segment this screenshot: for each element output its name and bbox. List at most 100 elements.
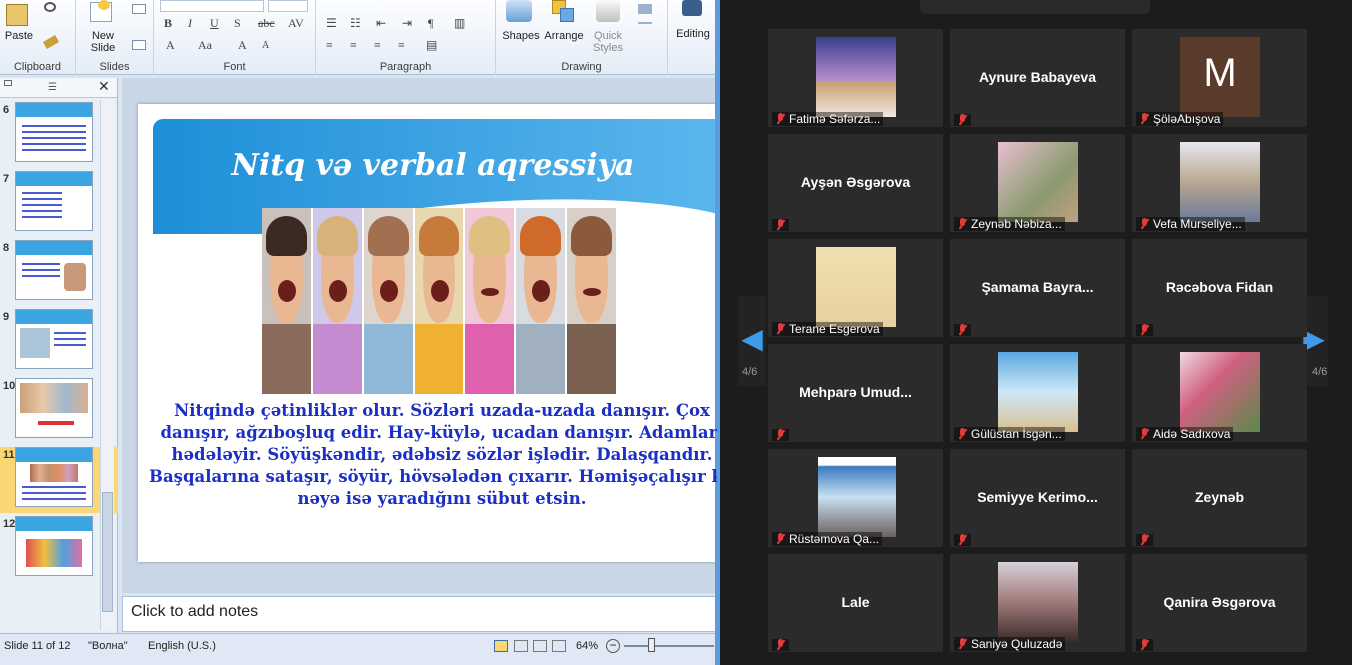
participant-tile[interactable]: Zeynəb Nəbiza... xyxy=(950,134,1125,232)
participant-tile[interactable]: Fatimə Səfərza... xyxy=(768,29,943,127)
current-slide[interactable]: Nitq və verbal aqressiya Nitqində çətinl… xyxy=(138,104,717,562)
shapes-button[interactable]: Shapes xyxy=(498,30,544,42)
underline-icon[interactable]: U xyxy=(210,16,219,31)
slide-sorter-icon[interactable] xyxy=(514,640,528,652)
participant-tile[interactable]: Aynure Babayeva xyxy=(950,29,1125,127)
participant-tile[interactable]: Ayşən Əsgərova xyxy=(768,134,943,232)
decrease-indent-icon[interactable]: ⇤ xyxy=(376,16,386,31)
paragraph-group-label: Paragraph xyxy=(379,61,432,73)
slide-thumbnails-pane: ☰ ✕ 6 7 8 9 10 11 12 xyxy=(0,78,118,633)
section-icon[interactable] xyxy=(132,40,146,50)
muted-mic-icon xyxy=(1139,534,1150,546)
normal-view-icon[interactable] xyxy=(494,640,508,652)
participant-video xyxy=(816,37,896,117)
align-left-icon[interactable]: ≡ xyxy=(326,38,333,53)
participant-label xyxy=(1136,534,1153,546)
muted-mic-icon xyxy=(775,639,786,651)
scroll-thumb[interactable] xyxy=(102,492,113,612)
align-text-icon[interactable]: ▤ xyxy=(426,38,437,53)
editing-button[interactable]: Editing xyxy=(670,28,716,40)
participant-label-text: Saniyə Quluzadə xyxy=(971,637,1063,651)
participant-tile[interactable]: Terane Esgerova xyxy=(768,239,943,337)
bold-icon[interactable]: B xyxy=(164,16,172,31)
thumbnail-number: 6 xyxy=(3,104,10,116)
shape-outline-icon[interactable] xyxy=(638,22,652,24)
zoom-slider-thumb[interactable] xyxy=(648,638,655,652)
strikethrough-icon[interactable]: abc xyxy=(258,16,275,31)
change-case-icon[interactable]: Aa xyxy=(198,38,212,53)
children-photo-strip xyxy=(262,208,617,394)
participant-tile[interactable]: Vefa Murseliye... xyxy=(1132,134,1307,232)
shape-fill-icon[interactable] xyxy=(638,4,652,14)
paste-icon[interactable] xyxy=(6,4,28,26)
language-indicator[interactable]: English (U.S.) xyxy=(148,640,216,652)
participant-tile[interactable]: Semiyye Kerimo... xyxy=(950,449,1125,547)
justify-icon[interactable]: ≡ xyxy=(398,38,405,53)
columns-icon[interactable]: ▥ xyxy=(454,16,465,31)
participant-tile[interactable]: Lale xyxy=(768,554,943,652)
theme-name[interactable]: "Волна" xyxy=(88,640,128,652)
zoom-out-icon[interactable]: − xyxy=(606,639,620,653)
grow-font-icon[interactable]: A xyxy=(238,38,247,53)
font-family-select[interactable] xyxy=(160,0,264,12)
participant-tile[interactable]: Rəcəbova Fidan xyxy=(1132,239,1307,337)
child-photo-5 xyxy=(465,208,517,394)
zoom-level[interactable]: 64% xyxy=(576,640,598,652)
spacing-icon[interactable]: AV xyxy=(288,16,304,31)
new-slide-button[interactable]: New Slide xyxy=(80,30,126,54)
thumbnail-image xyxy=(15,309,93,369)
reading-view-icon[interactable] xyxy=(533,640,547,652)
participant-tile[interactable]: Zeynəb xyxy=(1132,449,1307,547)
format-painter-icon[interactable] xyxy=(42,35,60,49)
close-icon[interactable]: ✕ xyxy=(98,78,110,95)
participant-label xyxy=(954,324,971,336)
slides-tab-icon[interactable] xyxy=(4,80,12,86)
participant-tile[interactable]: Rüstəmova Qa... xyxy=(768,449,943,547)
muted-mic-icon xyxy=(775,219,786,231)
align-center-icon[interactable]: ≡ xyxy=(350,38,357,53)
clipboard-group: Paste Clipboard xyxy=(0,0,76,75)
participant-tile[interactable]: Aidə Sadıxova xyxy=(1132,344,1307,442)
numbering-icon[interactable]: ☷ xyxy=(350,16,361,31)
shrink-font-icon[interactable]: A xyxy=(262,40,269,51)
participant-tile[interactable]: Mehparə Umud... xyxy=(768,344,943,442)
italic-icon[interactable]: I xyxy=(188,16,192,31)
cut-icon[interactable] xyxy=(44,2,56,12)
arrange-button[interactable]: Arrange xyxy=(542,30,586,42)
shapes-icon[interactable] xyxy=(506,0,532,22)
participant-tile[interactable]: M ŞöləAbışova xyxy=(1132,29,1307,127)
bullets-icon[interactable]: ☰ xyxy=(326,16,337,31)
participant-video xyxy=(998,352,1078,432)
participant-tile[interactable]: Şamama Bayra... xyxy=(950,239,1125,337)
slideshow-icon[interactable] xyxy=(552,640,566,652)
slide-body-text[interactable]: Nitqində çətinliklər olur. Sözləri uzada… xyxy=(142,400,717,510)
participant-video xyxy=(998,142,1078,222)
outline-tab-icon[interactable]: ☰ xyxy=(48,82,57,93)
slide-title[interactable]: Nitq və verbal aqressiya xyxy=(138,148,717,183)
paste-button[interactable]: Paste xyxy=(2,30,36,42)
muted-mic-icon xyxy=(775,323,786,335)
participant-tile[interactable]: Gülüstan İsgən... xyxy=(950,344,1125,442)
shadow-icon[interactable]: S xyxy=(234,16,241,31)
quick-styles-button[interactable]: Quick Styles xyxy=(588,30,628,54)
participant-tile[interactable]: Qanira Əsgərova xyxy=(1132,554,1307,652)
text-direction-icon[interactable]: ¶ xyxy=(428,16,433,31)
zoom-slider[interactable] xyxy=(624,645,714,647)
font-color-icon[interactable]: A xyxy=(166,38,175,53)
participant-label: ŞöləAbışova xyxy=(1136,112,1224,126)
increase-indent-icon[interactable]: ⇥ xyxy=(402,16,412,31)
muted-mic-icon xyxy=(957,428,968,440)
thumbnail-number: 8 xyxy=(3,242,10,254)
binoculars-icon[interactable] xyxy=(682,0,702,16)
participant-label-text: Rüstəmova Qa... xyxy=(789,532,880,546)
align-right-icon[interactable]: ≡ xyxy=(374,38,381,53)
thumbnails-scrollbar[interactable] xyxy=(100,100,114,630)
zoom-top-bar[interactable] xyxy=(920,0,1150,14)
layout-icon[interactable] xyxy=(132,4,146,14)
notes-pane[interactable]: Click to add notes xyxy=(122,596,717,632)
quick-styles-icon[interactable] xyxy=(596,0,620,22)
font-size-select[interactable] xyxy=(268,0,308,12)
participant-name: Rəcəbova Fidan xyxy=(1165,279,1274,295)
participant-tile[interactable]: Saniyə Quluzadə xyxy=(950,554,1125,652)
muted-mic-icon xyxy=(957,638,968,650)
